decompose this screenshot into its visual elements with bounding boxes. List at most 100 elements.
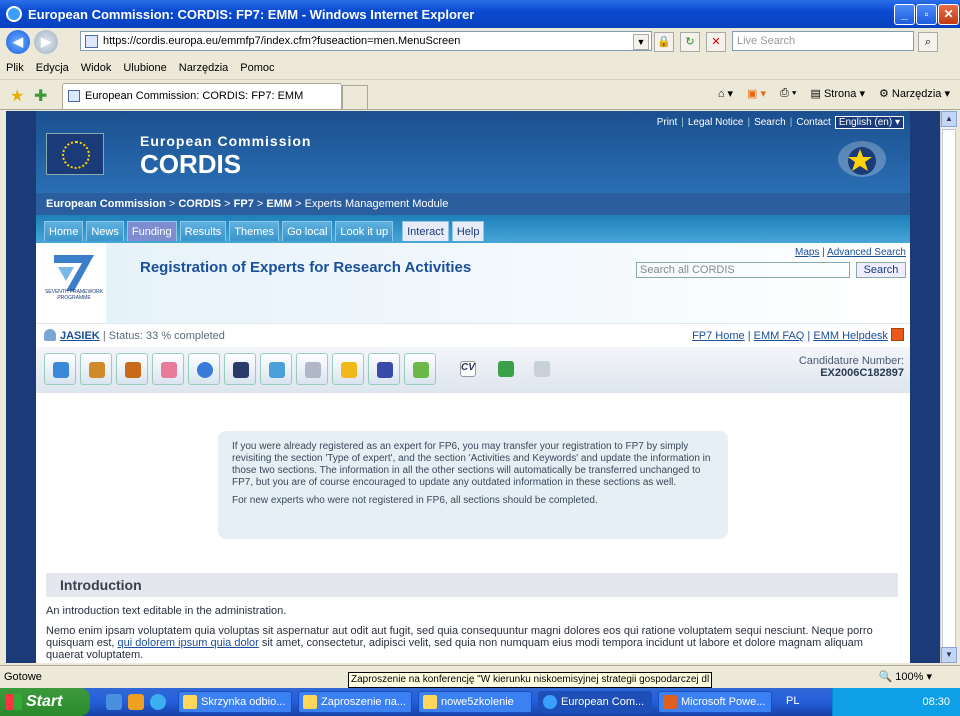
menu-help[interactable]: Pomoc [234,62,280,74]
task-powerpoint[interactable]: Microsoft Powe... [658,691,772,713]
personal-details-icon[interactable] [80,353,112,385]
document-icon[interactable] [490,353,522,385]
nav-news[interactable]: News [86,221,124,241]
task-invitation[interactable]: Zaproszenie na... [298,691,412,713]
fp7-seven-icon [54,255,94,291]
forward-button[interactable]: ▶ [34,30,58,54]
user-icon [44,329,56,341]
search-button[interactable]: Search [856,262,906,278]
nav-themes[interactable]: Themes [229,221,280,241]
ie-quicklaunch-icon[interactable] [106,694,122,710]
scroll-up-icon[interactable]: ▲ [941,111,957,127]
outlook-quicklaunch-icon[interactable] [128,694,144,710]
user-name-link[interactable]: JASIEK [60,330,100,342]
menu-bar: Plik Edycja Widok Ulubione Narzędzia Pom… [0,56,960,80]
dropdown-icon[interactable]: ▼ [633,34,649,50]
nav-results[interactable]: Results [179,221,227,241]
favourites-icon[interactable] [332,353,364,385]
experience-icon[interactable] [296,353,328,385]
start-button[interactable]: Start [0,688,90,716]
page-menu[interactable]: ▤ Strona ▾ [811,87,865,100]
url-field[interactable]: https://cordis.europa.eu/emmfp7/index.cf… [80,31,652,51]
advanced-search-link[interactable]: Advanced Search [827,247,906,258]
back-button[interactable]: ◀ [6,30,30,54]
add-favorite-icon[interactable]: ✚ [34,86,47,106]
education-icon[interactable] [224,353,256,385]
nav-home[interactable]: Home [44,221,84,241]
maps-link[interactable]: Maps [795,247,819,258]
menu-favorites[interactable]: Ulubione [117,62,172,74]
task-icon [303,695,317,709]
maximize-button[interactable]: ▫ [916,4,937,25]
close-button[interactable]: ✕ [938,4,959,25]
cordis-search-input[interactable]: Search all CORDIS [636,262,850,278]
scroll-thumb[interactable] [942,129,956,649]
menu-file[interactable]: Plik [0,62,30,74]
task-folder[interactable]: nowe5zkolenie [418,691,532,713]
live-search-input[interactable]: Live Search [732,31,914,51]
cv-icon[interactable]: CV [452,353,484,385]
browser-quicklaunch-icon[interactable] [150,694,166,710]
new-tab-button[interactable] [342,85,368,109]
vertical-scrollbar[interactable]: ▲ ▼ [940,111,957,663]
nav-help[interactable]: Help [451,221,485,241]
contact-person-icon[interactable] [116,353,148,385]
separator: | [747,117,751,128]
refresh-icon[interactable]: ↻ [680,32,700,52]
logout-icon[interactable] [891,328,904,341]
tools-menu[interactable]: ⚙ Narzędzia ▾ [879,87,950,100]
tab-cordis[interactable]: European Commission: CORDIS: FP7: EMM [62,83,342,109]
minimize-button[interactable]: _ [894,4,915,25]
cv-upload-icon[interactable] [404,353,436,385]
languages-icon[interactable] [152,353,184,385]
publications-icon[interactable] [368,353,400,385]
crumb-emm[interactable]: EMM [266,198,292,210]
scroll-down-icon[interactable]: ▼ [941,647,957,663]
fp7-home-link[interactable]: FP7 Home [692,330,745,342]
task-european-com[interactable]: European Com... [538,691,652,713]
nav-go-local[interactable]: Go local [282,221,333,241]
home-icon[interactable]: ⌂ ▾ [718,87,733,100]
main-nav: Home News Funding Results Themes Go loca… [36,215,910,243]
favorites-star-icon[interactable]: ★ [10,86,24,106]
print-link[interactable]: Print [657,117,678,128]
intro-link[interactable]: qui dolorem ipsum quia dolor [118,637,259,649]
eu-stars-icon [62,141,90,169]
clock[interactable]: 08:30 [922,696,950,708]
lock-icon[interactable]: 🔒 [654,32,674,52]
language-select[interactable]: English (en) ▾ [834,116,904,129]
organisation-icon[interactable] [260,353,292,385]
nav-funding[interactable]: Funding [126,221,177,241]
search-link[interactable]: Search [754,117,786,128]
print-icon[interactable]: ⎙ ▾ [780,87,796,100]
user-links: FP7 Home | EMM FAQ | EMM Helpdesk [692,324,904,348]
nav-look-it-up[interactable]: Look it up [335,221,394,241]
task-inbox[interactable]: Skrzynka odbio... [178,691,292,713]
legal-notice-link[interactable]: Legal Notice [688,117,744,128]
crumb-cordis[interactable]: CORDIS [178,198,221,210]
crumb-ec[interactable]: European Commission [46,198,166,210]
search-icon[interactable]: ⌕ [918,32,938,52]
contact-link[interactable]: Contact [796,117,830,128]
fp7-logo: SEVENTH FRAMEWORK PROGRAMME [44,251,104,301]
activities-icon[interactable] [188,353,220,385]
crumb-fp7[interactable]: FP7 [234,198,254,210]
task-label: Skrzynka odbio... [201,696,286,708]
emm-helpdesk-link[interactable]: EMM Helpdesk [813,330,888,342]
menu-edit[interactable]: Edycja [30,62,75,74]
zoom-control[interactable]: 🔍 100% ▾ [879,666,932,688]
intro-text: An introduction text editable in the adm… [46,605,287,617]
address-bar: ◀ ▶ https://cordis.europa.eu/emmfp7/inde… [0,28,960,56]
menu-view[interactable]: Widok [75,62,118,74]
task-icon [663,695,677,709]
submit-icon[interactable] [526,353,558,385]
language-indicator[interactable]: PL [786,695,799,707]
nav-interact[interactable]: Interact [402,221,449,241]
emm-faq-link[interactable]: EMM FAQ [754,330,805,342]
section-banner: SEVENTH FRAMEWORK PROGRAMME Registration… [36,243,910,323]
expert-type-icon[interactable] [44,353,76,385]
section-toolbar: CV Candidature Number: EX2006C182897 [36,347,910,393]
stop-icon[interactable]: ✕ [706,32,726,52]
feeds-icon[interactable]: ▣ ▾ [747,87,766,100]
menu-tools[interactable]: Narzędzia [173,62,235,74]
